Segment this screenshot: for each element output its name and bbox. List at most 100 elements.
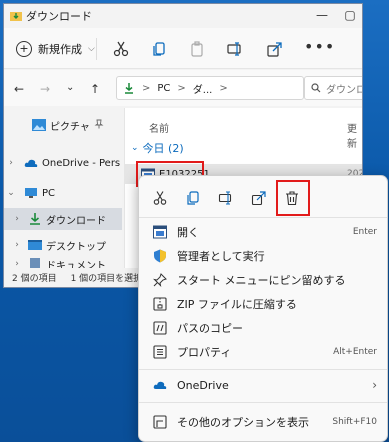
menu-item-compress-zip[interactable]: ZIP ファイルに圧縮する xyxy=(139,292,387,316)
rename-icon[interactable] xyxy=(226,40,244,58)
download-arrow-icon xyxy=(125,83,133,94)
share-icon xyxy=(251,191,266,206)
sidebar-item-label: OneDrive - Pers xyxy=(42,157,121,169)
chevron-right-icon[interactable]: › xyxy=(4,158,18,168)
minimize-button[interactable]: — xyxy=(310,7,334,23)
menu-item-label: パスのコピー xyxy=(177,322,243,335)
more-options-icon xyxy=(153,415,167,429)
copy-button[interactable] xyxy=(180,186,206,210)
menu-item-properties[interactable]: プロパティ Alt+Enter xyxy=(139,340,387,364)
sidebar-item-pictures[interactable]: ピクチャ xyxy=(4,114,122,136)
search-icon xyxy=(311,83,321,93)
title-bar: ダウンロード — ▢ xyxy=(4,4,362,26)
properties-icon xyxy=(153,345,167,359)
sidebar-item-label: デスクトップ xyxy=(46,241,106,253)
chevron-down-icon[interactable]: ⌄ xyxy=(4,188,18,198)
chevron-down-icon: ⌄ xyxy=(131,143,139,153)
rename-button[interactable] xyxy=(213,186,239,210)
context-menu: 開く Enter 管理者として実行 スタート メニューにピン留めする ZIP フ… xyxy=(138,175,388,442)
breadcrumb-pc[interactable]: PC xyxy=(157,83,170,94)
menu-item-label: 管理者として実行 xyxy=(177,250,265,263)
breadcrumb-download[interactable]: ダ... xyxy=(193,81,213,96)
pc-icon xyxy=(25,188,37,198)
new-button[interactable]: + 新規作成 ⌵ xyxy=(16,40,95,58)
breadcrumb-separator: > xyxy=(219,82,228,94)
column-header-updated[interactable]: 更新 xyxy=(347,120,362,150)
maximize-button[interactable]: ▢ xyxy=(338,7,362,23)
chevron-right-icon[interactable]: › xyxy=(10,240,24,250)
share-icon[interactable] xyxy=(266,40,284,58)
group-label: 今日 (2) xyxy=(142,142,184,155)
breadcrumb-separator: > xyxy=(177,82,186,94)
sidebar-item-desktop[interactable]: › デスクトップ xyxy=(4,234,122,256)
sidebar-item-onedrive[interactable]: › OneDrive - Pers xyxy=(4,152,122,174)
paste-icon[interactable] xyxy=(188,40,206,58)
sidebar-item-download[interactable]: › ダウンロード xyxy=(4,208,122,230)
menu-item-open[interactable]: 開く Enter xyxy=(139,220,387,244)
shield-icon xyxy=(154,249,166,263)
menu-item-pin-to-start[interactable]: スタート メニューにピン留めする xyxy=(139,268,387,292)
column-header-name[interactable]: 名前 xyxy=(149,120,169,135)
menu-item-label: ZIP ファイルに圧縮する xyxy=(177,298,297,311)
menu-item-run-as-admin[interactable]: 管理者として実行 xyxy=(139,244,387,268)
menu-item-label: プロパティ xyxy=(177,346,232,359)
download-folder-icon xyxy=(10,12,22,21)
plus-icon: + xyxy=(16,41,32,57)
group-header-today[interactable]: ⌄ 今日 (2) xyxy=(131,140,184,156)
copy-icon xyxy=(187,191,199,205)
sidebar-item-label: ダウンロード xyxy=(46,215,106,227)
item-count: 2 個の項目 xyxy=(12,274,57,284)
search-placeholder: ダウンロ xyxy=(326,84,363,96)
window-title: ダウンロード xyxy=(26,10,92,23)
up-button[interactable]: ↑ xyxy=(90,82,100,96)
menu-item-label: その他のオプションを表示 xyxy=(177,416,309,429)
copy-icon[interactable] xyxy=(150,40,168,58)
chevron-right-icon[interactable]: › xyxy=(10,214,24,224)
menu-divider xyxy=(139,217,387,218)
address-bar[interactable]: > PC > ダ... > xyxy=(116,76,304,100)
sidebar-item-label: PC xyxy=(42,187,56,199)
open-icon xyxy=(153,225,167,239)
pin-icon xyxy=(153,273,167,287)
cloud-icon xyxy=(153,381,167,389)
desktop-icon xyxy=(28,240,42,250)
cut-icon xyxy=(153,191,167,205)
chevron-right-icon: › xyxy=(372,378,377,392)
sidebar-item-label: ピクチャ xyxy=(50,121,90,133)
menu-item-shortcut: Alt+Enter xyxy=(333,347,377,357)
navigation-pane: ピクチャ › OneDrive - Pers ⌄ PC › ダウンロード › デ… xyxy=(4,108,122,270)
menu-item-label: スタート メニューにピン留めする xyxy=(177,274,346,287)
sidebar-item-pc[interactable]: ⌄ PC xyxy=(4,182,122,204)
back-button[interactable]: ← xyxy=(14,82,24,96)
pictures-icon xyxy=(32,119,46,131)
menu-divider xyxy=(139,369,387,370)
menu-item-more-options[interactable]: その他のオプションを表示 Shift+F10 xyxy=(139,410,387,434)
menu-item-onedrive[interactable]: OneDrive › xyxy=(139,373,387,397)
address-row: ← → ⌄ ↑ > PC > ダ... > ダウンロ xyxy=(4,70,362,106)
highlight-box xyxy=(276,180,310,216)
zip-icon xyxy=(153,297,167,311)
recent-locations-button[interactable]: ⌄ xyxy=(66,82,74,93)
selection-count: 1 個の項目を選択 xyxy=(70,274,143,284)
menu-divider xyxy=(139,402,387,403)
chevron-down-icon: ⌵ xyxy=(88,44,95,54)
more-options-button[interactable]: ••• xyxy=(304,37,335,56)
new-button-label: 新規作成 xyxy=(38,43,82,56)
download-arrow-icon xyxy=(30,213,40,225)
menu-item-label: 開く xyxy=(177,226,199,239)
copy-path-icon xyxy=(153,321,167,335)
onedrive-cloud-icon xyxy=(24,159,38,167)
toolbar-divider xyxy=(96,38,97,60)
menu-item-label: OneDrive xyxy=(177,378,229,392)
cut-button[interactable] xyxy=(147,186,173,210)
breadcrumb-separator: > xyxy=(142,82,151,94)
search-box[interactable]: ダウンロ xyxy=(304,76,363,100)
command-bar: + 新規作成 ⌵ ••• xyxy=(4,28,362,69)
pin-icon xyxy=(94,119,104,132)
cut-icon[interactable] xyxy=(112,40,130,58)
menu-item-copy-path[interactable]: パスのコピー xyxy=(139,316,387,340)
rename-icon xyxy=(218,191,232,205)
share-button[interactable] xyxy=(246,186,272,210)
forward-button[interactable]: → xyxy=(40,82,50,96)
menu-item-shortcut: Enter xyxy=(352,227,377,237)
